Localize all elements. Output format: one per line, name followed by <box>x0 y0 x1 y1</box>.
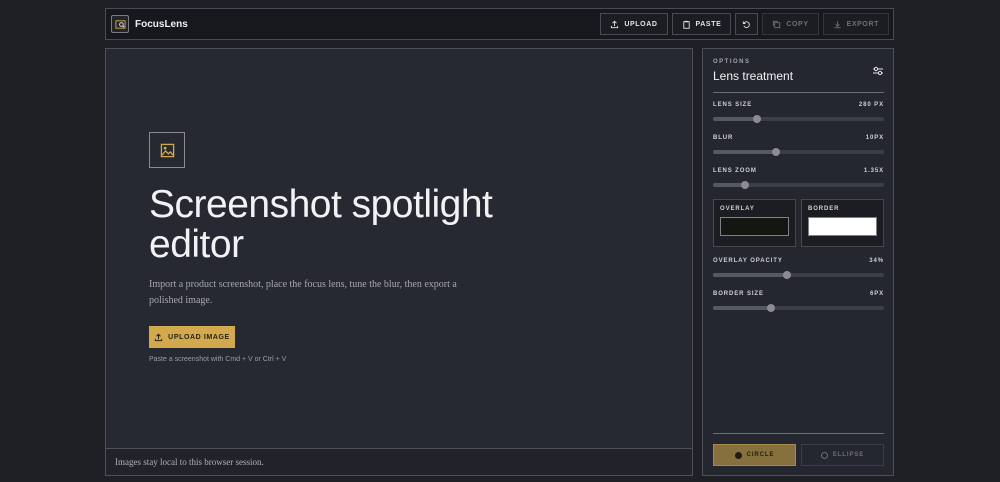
ellipse-shape-label: ELLIPSE <box>832 452 865 458</box>
overlay-opacity-slider[interactable] <box>713 271 884 279</box>
overlay-color-swatch[interactable] <box>720 217 789 236</box>
paste-hint: Paste a screenshot with Cmd + V or Ctrl … <box>149 356 287 363</box>
circle-shape-button[interactable]: CIRCLE <box>713 444 796 466</box>
copy-button[interactable]: COPY <box>762 13 819 35</box>
options-eyebrow: OPTIONS <box>713 59 751 65</box>
border-size-control: BORDER SIZE 6PX <box>713 291 884 312</box>
border-color-card[interactable]: BORDER <box>801 199 884 247</box>
upload-icon <box>155 333 163 341</box>
blur-label: BLUR <box>713 135 734 141</box>
lens-zoom-slider[interactable] <box>713 181 884 189</box>
options-panel: OPTIONS Lens treatment LENS SIZE 280 PX … <box>702 48 894 476</box>
lens-zoom-label: LENS ZOOM <box>713 168 757 174</box>
circle-shape-label: CIRCLE <box>746 452 775 458</box>
sliders-icon[interactable] <box>872 65 884 77</box>
options-divider <box>713 92 884 93</box>
lens-zoom-slider-thumb[interactable] <box>741 181 750 189</box>
lens-zoom-control: LENS ZOOM 1.35X <box>713 168 884 189</box>
border-color-label: BORDER <box>808 206 840 212</box>
clipboard-icon <box>682 20 690 29</box>
lens-size-label: LENS SIZE <box>713 102 753 108</box>
blur-control: BLUR 10PX <box>713 135 884 156</box>
ellipse-shape-button[interactable]: ELLIPSE <box>801 444 884 466</box>
border-color-swatch[interactable] <box>808 217 877 236</box>
lens-shape-toggle: CIRCLE ELLIPSE <box>713 444 884 466</box>
overlay-opacity-value: 34% <box>869 258 884 264</box>
download-icon <box>833 20 841 28</box>
image-placeholder-icon <box>149 132 185 168</box>
lens-size-control: LENS SIZE 280 PX <box>713 102 884 123</box>
page-description: Import a product screenshot, place the f… <box>149 279 457 306</box>
circle-dot-icon <box>734 451 742 459</box>
border-size-value: 6PX <box>869 291 884 297</box>
border-size-slider[interactable] <box>713 304 884 312</box>
blur-slider[interactable] <box>713 148 884 156</box>
app-logo-icon <box>111 15 129 33</box>
blur-slider-thumb[interactable] <box>772 148 781 156</box>
lens-size-slider-thumb[interactable] <box>753 115 762 123</box>
reset-button[interactable] <box>735 13 759 35</box>
copy-button-label: COPY <box>786 20 809 28</box>
export-button[interactable]: EXPORT <box>822 13 889 35</box>
upload-image-button-label: UPLOAD IMAGE <box>168 333 230 341</box>
upload-image-button[interactable]: UPLOAD IMAGE <box>149 326 235 348</box>
editor-canvas[interactable]: Screenshot spotlight editor Import a pro… <box>105 48 693 449</box>
ellipse-dot-icon <box>820 451 828 459</box>
paste-button-label: PASTE <box>695 20 722 28</box>
privacy-note: Images stay local to this browser sessio… <box>115 457 264 467</box>
color-swatches: OVERLAY BORDER <box>713 199 884 247</box>
top-bar: FocusLens UPLOAD PASTE COPY EXPORT <box>105 8 894 40</box>
border-size-label: BORDER SIZE <box>713 291 764 297</box>
lens-size-value: 280 PX <box>858 102 884 108</box>
overlay-color-label: OVERLAY <box>720 206 755 212</box>
page-title: Screenshot spotlight editor <box>149 183 493 266</box>
app-title: FocusLens <box>135 18 188 30</box>
copy-icon <box>773 20 781 28</box>
options-title: Lens treatment <box>713 69 794 83</box>
upload-icon <box>611 20 619 28</box>
lens-size-slider[interactable] <box>713 115 884 123</box>
upload-button-label: UPLOAD <box>624 20 658 28</box>
overlay-color-card[interactable]: OVERLAY <box>713 199 796 247</box>
overlay-opacity-slider-thumb[interactable] <box>782 271 791 279</box>
overlay-opacity-label: OVERLAY OPACITY <box>713 258 783 264</box>
lens-zoom-value: 1.35X <box>863 168 884 174</box>
export-button-label: EXPORT <box>846 20 879 28</box>
undo-icon <box>743 20 751 28</box>
upload-button[interactable]: UPLOAD <box>600 13 668 35</box>
toolbar-actions: UPLOAD PASTE COPY EXPORT <box>600 13 889 35</box>
paste-button[interactable]: PASTE <box>671 13 732 35</box>
overlay-opacity-control: OVERLAY OPACITY 34% <box>713 258 884 279</box>
canvas-footer: Images stay local to this browser sessio… <box>105 449 693 476</box>
border-size-slider-thumb[interactable] <box>767 304 776 312</box>
shape-divider <box>713 433 884 434</box>
blur-value: 10PX <box>865 135 884 141</box>
